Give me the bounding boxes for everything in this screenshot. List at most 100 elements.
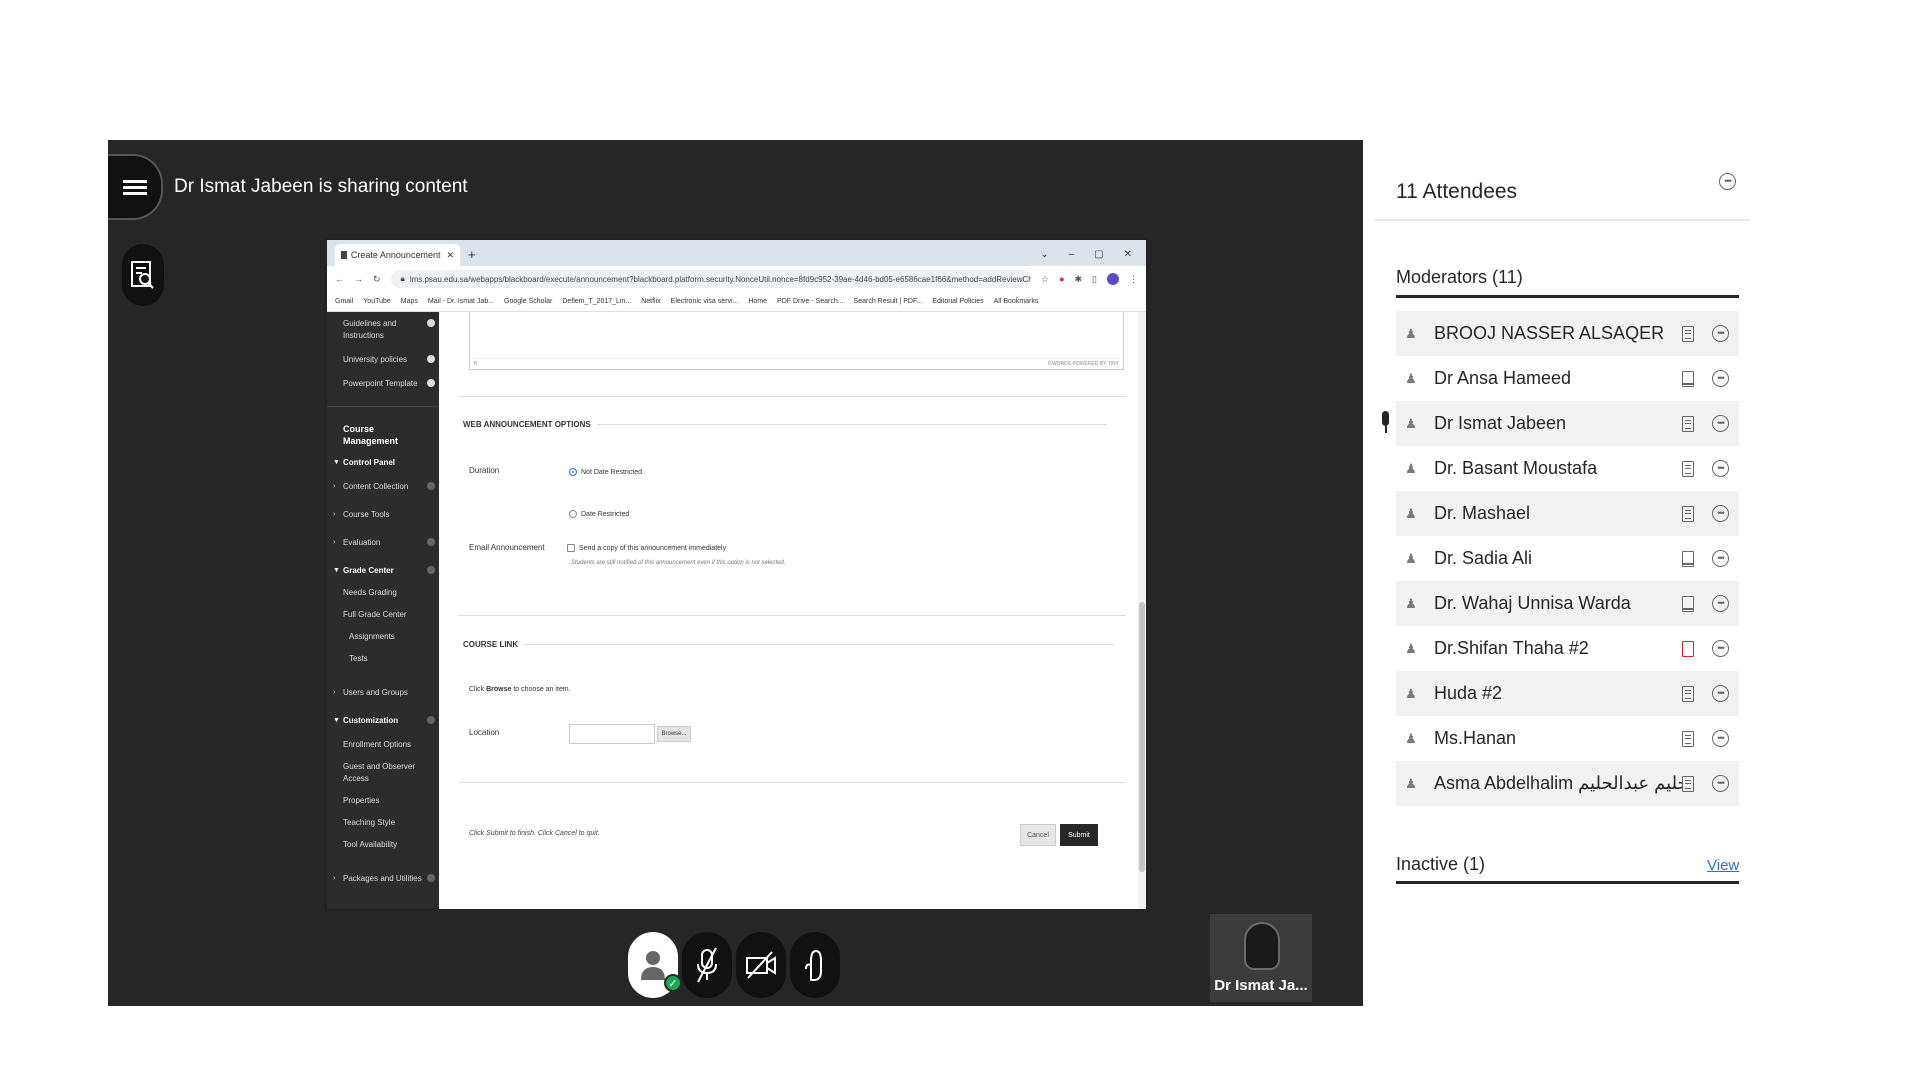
sidebar-item-packages[interactable]: › Packages and Utilities — [327, 871, 439, 887]
bookmark-item[interactable]: Editorial Policies — [932, 298, 983, 305]
url-field[interactable]: 🔒︎ lms.psau.edu.sa/webapps/blackboard/ex… — [390, 270, 1031, 288]
camera-button[interactable] — [736, 932, 786, 998]
sidebar-item-enrollment[interactable]: Enrollment Options — [327, 737, 439, 753]
close-tab-icon[interactable]: ✕ — [446, 250, 454, 261]
message-editor[interactable]: P0 WORDS POWERED BY TINY — [469, 312, 1124, 370]
radio-selected-icon — [569, 468, 577, 476]
sidebar-item-properties[interactable]: Properties — [327, 793, 439, 809]
more-options-icon[interactable]: ••• — [1712, 460, 1729, 477]
browser-menu-icon[interactable]: ⋮ — [1129, 274, 1138, 285]
divider — [459, 396, 1126, 397]
radio-date-restricted[interactable]: Date Restricted — [569, 510, 629, 518]
sidebar-item-assignments[interactable]: Assignments — [327, 629, 439, 645]
sidebar-item-template[interactable]: Powerpoint Template — [327, 376, 439, 392]
new-tab-icon[interactable]: + — [468, 247, 476, 266]
sidebar-item-full-grade-center[interactable]: Full Grade Center — [327, 607, 439, 623]
bookmark-item[interactable]: Netflix — [641, 298, 660, 305]
bookmark-item[interactable]: Gmail — [335, 298, 353, 305]
maximize-icon[interactable]: ▢ — [1094, 249, 1103, 260]
sidebar-item-teaching-style[interactable]: Teaching Style — [327, 815, 439, 831]
sidebar-item-tests[interactable]: Tests — [327, 651, 439, 667]
sidebar-item-content-collection[interactable]: › Content Collection — [327, 479, 439, 495]
bookmark-item[interactable]: Electronic visa servi... — [671, 298, 739, 305]
more-options-icon[interactable]: ••• — [1712, 370, 1729, 387]
bookmark-item[interactable]: Deflem_T_2017_Lin... — [562, 298, 631, 305]
attendee-row[interactable]: ♟ Dr Ismat Jabeen ••• — [1396, 401, 1739, 446]
more-options-icon[interactable]: ••• — [1712, 325, 1729, 342]
attendee-row[interactable]: ♟ Dr. Basant Moustafa ••• — [1396, 446, 1739, 491]
attendee-row[interactable]: ♟ Dr. Sadia Ali ••• — [1396, 536, 1739, 581]
bookmark-item[interactable]: Mail - Dr. Ismat Jab... — [428, 298, 494, 305]
back-arrow-icon[interactable]: ← — [335, 274, 344, 284]
puzzle-icon[interactable]: ✱ — [1075, 274, 1083, 285]
sidebar-item-tool-availability[interactable]: Tool Availability — [327, 837, 439, 853]
attendee-row[interactable]: ♟ Ms.Hanan ••• — [1396, 716, 1739, 761]
attendee-row[interactable]: ♟ Dr. Wahaj Unnisa Warda ••• — [1396, 581, 1739, 626]
attendee-row[interactable]: ♟ Asma Abdelhalim اسماء عبدالحليم عبدالحل… — [1396, 761, 1739, 806]
bookmark-item[interactable]: All Bookmarks — [994, 298, 1039, 305]
bookmark-item[interactable]: Home — [748, 298, 767, 305]
scrollbar-thumb[interactable] — [1139, 602, 1145, 872]
location-input[interactable] — [569, 724, 655, 744]
star-icon[interactable]: ☆ — [1041, 274, 1049, 285]
presenter-video-tile[interactable]: Dr Ismat Ja... — [1210, 914, 1312, 1002]
extension-icon[interactable]: ● — [1059, 274, 1064, 284]
sidebar-item-policies[interactable]: University policies — [327, 352, 439, 368]
radio-not-date-restricted[interactable]: Not Date Restricted — [569, 468, 642, 476]
person-icon: ♟ — [1405, 685, 1417, 701]
sidebar-item-control-panel[interactable]: ▼ Control Panel — [327, 455, 439, 471]
minimize-icon[interactable]: – — [1069, 249, 1075, 260]
sidebar-item-needs-grading[interactable]: Needs Grading — [327, 585, 439, 601]
lock-icon: 🔒︎ — [400, 274, 405, 283]
attendee-row[interactable]: ♟ BROOJ NASSER ALSAQER ••• — [1396, 311, 1739, 356]
more-options-icon[interactable]: ••• — [1712, 415, 1729, 432]
sidebar-item-guidelines[interactable]: Guidelines and Instructions — [327, 316, 439, 344]
cancel-button[interactable]: Cancel — [1020, 824, 1056, 846]
content-tools-button[interactable] — [122, 244, 164, 306]
submit-button[interactable]: Submit — [1060, 824, 1098, 846]
sidebar-icon[interactable]: ▯ — [1092, 274, 1097, 285]
bookmark-item[interactable]: Search Result | PDF... — [854, 298, 923, 305]
forward-arrow-icon[interactable]: → — [354, 274, 363, 284]
attendee-name: BROOJ NASSER ALSAQER — [1434, 323, 1665, 343]
browse-button[interactable]: Browse... — [657, 726, 691, 742]
device-status-icon — [1682, 550, 1694, 567]
microphone-button[interactable] — [682, 932, 732, 998]
url-text: lms.psau.edu.sa/webapps/blackboard/execu… — [409, 274, 1031, 284]
more-options-icon[interactable]: ••• — [1719, 173, 1736, 190]
attendee-row[interactable]: ♟ Dr. Mashael ••• — [1396, 491, 1739, 536]
divider — [459, 782, 1126, 783]
bookmark-item[interactable]: Google Scholar — [504, 298, 552, 305]
chevron-down-icon[interactable]: ⌄ — [1040, 249, 1048, 260]
view-inactive-link[interactable]: View — [1707, 857, 1739, 874]
close-window-icon[interactable]: ✕ — [1124, 249, 1132, 260]
more-options-icon[interactable]: ••• — [1712, 550, 1729, 567]
sidebar-item-course-tools[interactable]: › Course Tools — [327, 507, 439, 523]
more-options-icon[interactable]: ••• — [1712, 730, 1729, 747]
sidebar-item-evaluation[interactable]: › Evaluation — [327, 535, 439, 551]
email-copy-checkbox[interactable]: Send a copy of this announcement immedia… — [567, 544, 726, 552]
profile-avatar-icon[interactable] — [1107, 273, 1119, 285]
my-status-button[interactable]: ✓ — [628, 932, 682, 998]
bookmark-item[interactable]: YouTube — [363, 298, 391, 305]
sidebar-item-guest-access[interactable]: Guest and Observer Access — [327, 759, 439, 787]
more-options-icon[interactable]: ••• — [1712, 640, 1729, 657]
more-options-icon[interactable]: ••• — [1712, 775, 1729, 792]
attendee-row[interactable]: ♟ Dr.Shifan Thaha #2 ••• — [1396, 626, 1739, 671]
more-options-icon[interactable]: ••• — [1712, 505, 1729, 522]
attendee-name: Dr Ismat Jabeen — [1434, 413, 1567, 433]
sidebar-item-users-groups[interactable]: › Users and Groups — [327, 685, 439, 701]
reload-icon[interactable]: ↻ — [373, 274, 381, 285]
bookmark-item[interactable]: PDF Drive - Search... — [777, 298, 844, 305]
raise-hand-button[interactable] — [790, 932, 840, 998]
sidebar-item-customization[interactable]: ▼ Customization — [327, 713, 439, 729]
page-scrollbar[interactable] — [1138, 312, 1146, 909]
attendee-row[interactable]: ♟ Huda #2 ••• — [1396, 671, 1739, 716]
browser-tab[interactable]: Create Announcement – لاتصال ✕ — [335, 244, 460, 266]
more-options-icon[interactable]: ••• — [1712, 595, 1729, 612]
more-options-icon[interactable]: ••• — [1712, 685, 1729, 702]
bookmark-item[interactable]: Maps — [401, 298, 418, 305]
sidebar-item-grade-center[interactable]: ▼ Grade Center — [327, 563, 439, 579]
session-menu-button[interactable] — [108, 154, 163, 220]
attendee-row[interactable]: ♟ Dr Ansa Hameed ••• — [1396, 356, 1739, 401]
